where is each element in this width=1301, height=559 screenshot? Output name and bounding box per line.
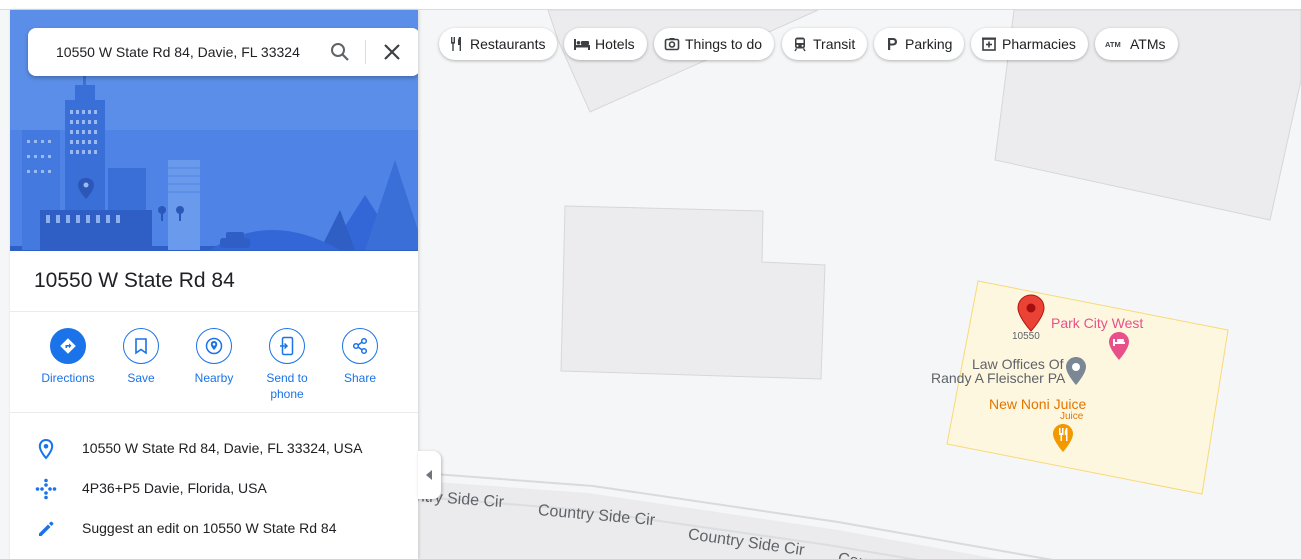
share-button[interactable]: Share (324, 328, 396, 386)
pin-address-label: 10550 (1012, 331, 1040, 342)
share-icon (352, 337, 368, 355)
place-panel: 10550 W State Rd 84, Davie, FL 33324 105… (10, 10, 418, 559)
parking-icon (883, 35, 901, 53)
hotel-icon (573, 35, 591, 53)
nearby-button[interactable]: Nearby (178, 328, 250, 386)
poi-park-city-west[interactable]: Park City West (1051, 315, 1143, 331)
action-label: Nearby (194, 371, 234, 385)
restaurant-icon (448, 35, 466, 53)
close-icon[interactable] (380, 40, 404, 64)
svg-text:ATM: ATM (1105, 40, 1121, 49)
search-box[interactable]: 10550 W State Rd 84, Davie, FL 33324 (28, 28, 418, 76)
action-label: Send to phone (266, 371, 308, 401)
chip-restaurants[interactable]: Restaurants (439, 28, 558, 60)
chip-atms[interactable]: ATM ATMs (1095, 28, 1178, 60)
search-input[interactable]: 10550 W State Rd 84, Davie, FL 33324 (56, 44, 300, 60)
pencil-icon (39, 521, 54, 536)
pharmacy-icon (980, 35, 998, 53)
poi-new-noni-juice-category: Juice (1060, 411, 1084, 422)
place-title: 10550 W State Rd 84 (34, 269, 235, 292)
chip-hotels[interactable]: Hotels (564, 28, 647, 60)
chip-label: Pharmacies (1002, 36, 1076, 52)
chip-transit[interactable]: Transit (782, 28, 868, 60)
chip-pharmacies[interactable]: Pharmacies (971, 28, 1088, 60)
search-icon[interactable] (328, 40, 352, 64)
plus-code-icon (35, 478, 57, 500)
action-buttons: Directions Save Nearby Send to phone Sha… (32, 328, 402, 408)
bookmark-icon (135, 338, 147, 355)
action-label: Share (343, 371, 377, 385)
map-graphics (418, 10, 1301, 559)
save-button[interactable]: Save (105, 328, 177, 386)
action-label: Directions (41, 371, 95, 385)
gray-poi-pin-icon[interactable] (1065, 356, 1087, 386)
camera-icon (663, 35, 681, 53)
chip-things-to-do[interactable]: Things to do (654, 28, 775, 60)
divider (10, 311, 418, 312)
chip-label: Hotels (595, 36, 635, 52)
highlighted-parcel (946, 280, 1229, 495)
plus-code-row[interactable]: 4P36+P5 Davie, Florida, USA (10, 469, 418, 509)
collapse-panel-button[interactable] (418, 451, 441, 499)
search-divider (365, 40, 366, 64)
location-pin-icon (38, 438, 54, 460)
directions-button[interactable]: Directions (32, 328, 104, 386)
chip-label: Parking (905, 36, 953, 52)
nearby-icon (205, 337, 223, 355)
chevron-left-icon (426, 470, 432, 480)
plus-code-text: 4P36+P5 Davie, Florida, USA (82, 480, 267, 496)
chip-label: ATMs (1130, 36, 1166, 52)
address-text: 10550 W State Rd 84, Davie, FL 33324, US… (82, 440, 363, 456)
atm-icon: ATM (1104, 35, 1126, 53)
send-to-phone-button[interactable]: Send to phone (251, 328, 323, 402)
action-label: Save (127, 371, 155, 385)
building-outline (547, 10, 819, 113)
chip-label: Restaurants (470, 36, 546, 52)
chip-parking[interactable]: Parking (874, 28, 965, 60)
send-to-phone-icon (280, 336, 294, 356)
chip-label: Transit (813, 36, 856, 52)
map-canvas[interactable]: 10550 Park City West Law Offices Of Rand… (418, 10, 1301, 559)
poi-new-noni-juice[interactable]: New Noni Juice (989, 396, 1086, 412)
restaurant-pin-icon[interactable] (1052, 423, 1074, 453)
divider (10, 412, 418, 413)
train-icon (791, 35, 809, 53)
directions-icon (60, 338, 76, 354)
suggest-edit-text: Suggest an edit on 10550 W State Rd 84 (82, 520, 337, 536)
address-row[interactable]: 10550 W State Rd 84, Davie, FL 33324, US… (10, 429, 418, 469)
bookmarks-bar (0, 0, 1301, 10)
suggest-edit-row[interactable]: Suggest an edit on 10550 W State Rd 84 (10, 509, 418, 549)
hotel-pin-icon[interactable] (1108, 331, 1130, 361)
building-outline (560, 205, 826, 380)
poi-law-offices-line2[interactable]: Randy A Fleischer PA (931, 370, 1065, 386)
chip-label: Things to do (685, 36, 763, 52)
red-location-pin-icon[interactable] (1017, 294, 1045, 332)
